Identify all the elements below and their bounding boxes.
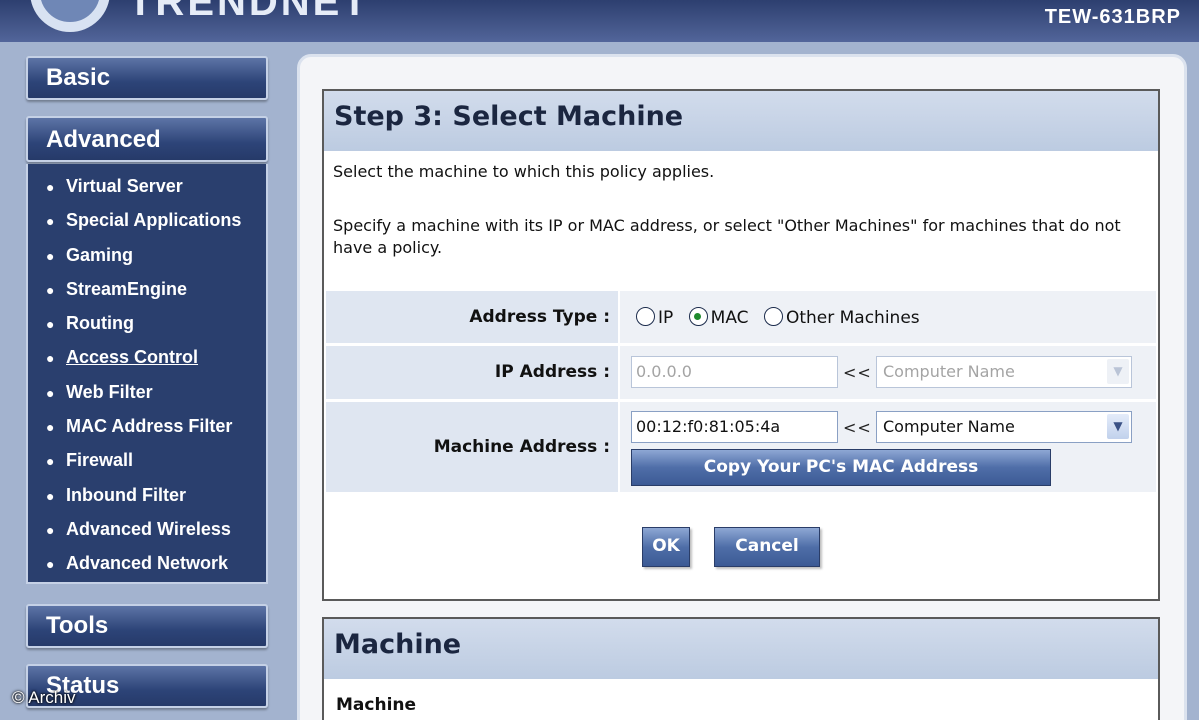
sidebar-basic-button[interactable]: Basic	[26, 56, 268, 100]
bullet-icon: ●	[46, 350, 55, 367]
advanced-menu: ● Virtual Server ● Special Applications ● G…	[26, 164, 268, 584]
copy-mac-address-button[interactable]: Copy Your PC's MAC Address	[631, 449, 1051, 486]
machine-address-row: Machine Address : 00:12:f0:81:05:4a << C…	[326, 402, 1156, 492]
machine-form: Address Type : IP MAC Other Machines IP …	[326, 291, 1156, 492]
menu-item-special-applications[interactable]: ● Special Applications	[28, 208, 266, 242]
header-bar: TRENDNET TEW-631BRP	[0, 0, 1199, 42]
radio-other-machines[interactable]	[763, 307, 783, 326]
address-type-radio-group: IP MAC Other Machines	[636, 307, 930, 328]
bullet-icon: ●	[46, 487, 55, 504]
machine-panel: Machine Machine	[322, 617, 1160, 720]
address-type-label: Address Type :	[326, 291, 618, 343]
bullet-icon: ●	[46, 316, 55, 333]
model-number: TEW-631BRP	[1044, 6, 1181, 28]
bullet-icon: ●	[46, 556, 55, 573]
intro-text: Select the machine to which this policy …	[333, 162, 715, 181]
ok-button[interactable]: OK	[642, 527, 690, 567]
bullet-icon: ●	[46, 521, 55, 538]
bullet-icon: ●	[46, 179, 55, 195]
machine-copy-arrows[interactable]: <<	[843, 418, 872, 437]
menu-item-inbound-filter[interactable]: ● Inbound Filter	[28, 483, 266, 517]
menu-item-routing[interactable]: ● Routing	[28, 311, 266, 345]
menu-item-advanced-wireless[interactable]: ● Advanced Wireless	[28, 517, 266, 551]
radio-mac[interactable]	[688, 307, 708, 326]
watermark: © Archiv	[12, 688, 76, 707]
machine-computer-name-select[interactable]: Computer Name ▼	[876, 411, 1132, 443]
radio-option-other-machines[interactable]: Other Machines	[763, 307, 920, 328]
ip-computer-name-select[interactable]: Computer Name ▼	[876, 356, 1132, 388]
address-type-row: Address Type : IP MAC Other Machines	[326, 291, 1156, 343]
ip-address-label: IP Address :	[326, 346, 618, 399]
chevron-down-icon[interactable]: ▼	[1107, 359, 1129, 384]
sidebar-advanced-button[interactable]: Advanced	[26, 116, 268, 162]
ip-address-value: 0.0.0.0 << Computer Name ▼	[620, 346, 1156, 399]
bullet-icon: ●	[46, 453, 55, 470]
machine-address-label: Machine Address :	[326, 402, 618, 492]
description-text: Specify a machine with its IP or MAC add…	[333, 216, 1121, 257]
trendnet-logo-icon	[30, 0, 110, 32]
panel-title: Step 3: Select Machine	[324, 91, 1158, 151]
menu-item-access-control[interactable]: ● Access Control	[28, 345, 266, 379]
bullet-icon: ●	[46, 247, 55, 264]
bullet-icon: ●	[46, 281, 55, 298]
menu-item-firewall[interactable]: ● Firewall	[28, 448, 266, 482]
select-machine-panel: Step 3: Select Machine Select the machin…	[322, 89, 1160, 601]
bullet-icon: ●	[46, 419, 55, 436]
ip-copy-arrows[interactable]: <<	[843, 363, 872, 382]
brand-logo-text: TRENDNET	[128, 0, 370, 24]
menu-item-advanced-network[interactable]: ● Advanced Network	[28, 551, 266, 585]
bullet-icon: ●	[46, 384, 55, 401]
radio-ip[interactable]	[636, 307, 655, 326]
bullet-icon: ●	[46, 213, 55, 230]
radio-option-mac[interactable]: MAC	[688, 307, 749, 328]
machine-address-value: 00:12:f0:81:05:4a << Computer Name ▼ Cop…	[620, 402, 1156, 492]
menu-item-streamengine[interactable]: ● StreamEngine	[28, 277, 266, 311]
machine-panel-title: Machine	[324, 619, 1158, 679]
chevron-down-icon[interactable]: ▼	[1107, 414, 1129, 439]
address-type-value: IP MAC Other Machines	[620, 291, 1156, 343]
menu-item-gaming[interactable]: ● Gaming	[28, 243, 266, 277]
radio-option-ip[interactable]: IP	[636, 307, 673, 328]
menu-item-mac-address-filter[interactable]: ● MAC Address Filter	[28, 414, 266, 448]
menu-item-web-filter[interactable]: ● Web Filter	[28, 380, 266, 414]
machine-address-input[interactable]: 00:12:f0:81:05:4a	[631, 411, 838, 443]
sidebar-tools-button[interactable]: Tools	[26, 604, 268, 648]
cancel-button[interactable]: Cancel	[714, 527, 820, 567]
ip-address-row: IP Address : 0.0.0.0 << Computer Name ▼	[326, 346, 1156, 399]
machine-column-header: Machine	[336, 695, 417, 715]
menu-item-virtual-server[interactable]: ● Virtual Server	[28, 174, 266, 208]
ip-address-input[interactable]: 0.0.0.0	[631, 356, 838, 388]
